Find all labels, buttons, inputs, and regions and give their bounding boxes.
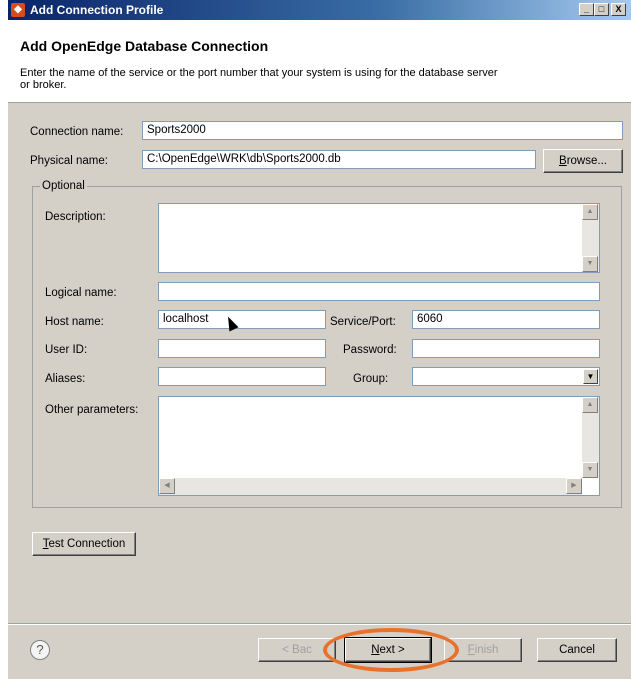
maximize-button[interactable]: □: [594, 3, 609, 16]
browse-button[interactable]: Browse...: [543, 149, 623, 173]
test-connection-button[interactable]: Test Connection: [32, 532, 136, 556]
scroll-left-icon[interactable]: ◀: [159, 478, 175, 494]
logical-name-input[interactable]: [158, 282, 600, 301]
browse-mnemonic: B: [559, 155, 567, 167]
scroll-down-icon[interactable]: ▼: [582, 256, 598, 272]
group-select[interactable]: ▼: [412, 367, 600, 386]
other-parameters-vscrollbar[interactable]: ▲ ▼: [582, 397, 599, 478]
page-description: Enter the name of the service or the por…: [20, 67, 498, 91]
help-icon[interactable]: ?: [30, 640, 50, 660]
optional-group-label: Optional: [40, 180, 87, 192]
next-highlight-ring: [323, 628, 459, 672]
close-button[interactable]: X: [611, 3, 626, 16]
page-title: Add OpenEdge Database Connection: [20, 38, 269, 54]
description-scrollbar[interactable]: ▲ ▼: [582, 204, 599, 272]
aliases-label: Aliases:: [45, 373, 86, 385]
browse-label: rowse...: [566, 155, 607, 167]
test-connection-label: est Connection: [48, 538, 126, 550]
chevron-down-icon[interactable]: ▼: [583, 369, 598, 384]
service-port-input[interactable]: 6060: [412, 310, 600, 329]
group-label: Group:: [353, 373, 389, 385]
logical-name-label: Logical name:: [45, 287, 117, 299]
wizard-header: Add OpenEdge Database Connection Enter t…: [8, 20, 631, 103]
window-title: Add Connection Profile: [30, 3, 164, 17]
scroll-right-icon[interactable]: ▶: [566, 478, 582, 494]
physical-name-input[interactable]: C:\OpenEdge\WRK\db\Sports2000.db: [142, 150, 536, 169]
host-name-input[interactable]: localhost: [158, 310, 326, 329]
finish-mnemonic: F: [467, 644, 475, 656]
other-parameters-textarea[interactable]: ▲ ▼ ◀ ▶: [158, 396, 600, 496]
user-id-input[interactable]: [158, 339, 326, 358]
footer-separator: [8, 623, 631, 625]
service-port-label: Service/Port:: [330, 316, 396, 328]
app-icon: ◆: [11, 3, 25, 17]
other-parameters-hscrollbar[interactable]: ◀ ▶: [159, 478, 582, 495]
connection-name-label: Connection name:: [30, 126, 124, 138]
description-label: Description:: [45, 211, 106, 223]
minimize-button[interactable]: _: [579, 3, 594, 16]
host-name-label: Host name:: [45, 316, 104, 328]
password-label: Password:: [343, 344, 397, 356]
user-id-label: User ID:: [45, 344, 88, 356]
aliases-input[interactable]: [158, 367, 326, 386]
dialog-window: ◆ Add Connection Profile _ □ X Add OpenE…: [8, 0, 631, 679]
cancel-button[interactable]: Cancel: [537, 638, 617, 662]
physical-name-label: Physical name:: [30, 155, 108, 167]
connection-name-input[interactable]: Sports2000: [142, 121, 623, 140]
scroll-down-icon[interactable]: ▼: [582, 462, 598, 478]
password-input[interactable]: [412, 339, 600, 358]
scroll-up-icon[interactable]: ▲: [582, 397, 598, 413]
description-textarea[interactable]: ▲ ▼: [158, 203, 600, 273]
other-parameters-label: Other parameters:: [45, 404, 139, 416]
scroll-up-icon[interactable]: ▲: [582, 204, 598, 220]
title-bar[interactable]: ◆ Add Connection Profile _ □ X: [8, 0, 631, 20]
finish-label: inish: [474, 644, 499, 656]
